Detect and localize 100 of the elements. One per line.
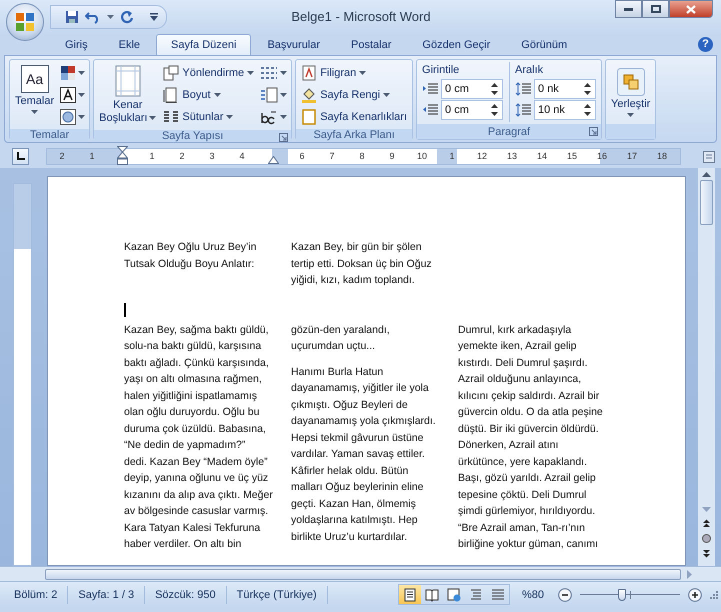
ribbon-tab[interactable]: Ekle [104,34,156,55]
ruler-number: 14 [536,150,548,162]
ruler-number: 3 [208,150,216,162]
ribbon-tab[interactable]: Sayfa Düzeni [156,34,252,55]
caret-icon [280,93,288,97]
spin-arrows-icon[interactable] [491,83,498,95]
margins-button[interactable]: Kenar Boşlukları [97,62,158,128]
view-ruler-button[interactable] [701,148,717,164]
office-button[interactable] [6,3,44,41]
zoom-slider[interactable] [580,588,680,602]
columns-icon [163,109,180,125]
ruler-number: 4 [238,150,246,162]
caret-icon [280,71,288,75]
previous-page-icon[interactable] [702,519,711,528]
horizontal-ruler[interactable]: 2 1 1 2 3 4 6 7 8 9 10 1 12 13 14 15 16 17 18 [46,148,681,165]
font-icon [60,87,76,103]
scrollbar-thumb[interactable] [45,568,681,580]
spin-arrows-icon[interactable] [584,104,592,116]
ruler-number: 16 [596,150,608,162]
ruler-number: 2 [178,150,186,162]
right-indent-marker-icon[interactable] [268,156,279,164]
ribbon-tab[interactable]: Başvurular [252,34,336,55]
browse-object-icon[interactable] [702,534,711,543]
caret-icon [627,113,634,117]
ruler-number: 1 [88,150,96,162]
spin-arrows-icon[interactable] [491,104,498,116]
page-size-icon [163,87,180,103]
undo-icon[interactable] [85,10,101,24]
ruler-number: 15 [566,150,578,162]
next-page-icon[interactable] [702,549,711,558]
line-numbers-button[interactable] [259,85,288,105]
status-item[interactable]: Sözcük: 950 [149,586,227,604]
indent-marker-icon[interactable] [117,146,128,165]
theme-colors-button[interactable] [59,63,86,83]
caret-icon[interactable] [107,14,114,18]
ribbon-tab[interactable]: Görünüm [506,34,582,55]
minimize-button[interactable] [615,0,642,18]
dashed-lines-icon [260,65,278,81]
zoom-out-icon[interactable] [558,588,572,602]
maximize-button[interactable] [642,0,669,18]
theme-effects-button[interactable] [59,107,86,127]
line-numbers-icon [260,87,278,103]
orientation-icon [163,65,180,81]
paragraph: Kazan Bey, bir gün bir şölen tertip etti. Doksan üç bin Oğuz yiğidi, kızı, kadım toplandı. [291,240,433,288]
horizontal-scrollbar[interactable] [0,566,721,581]
themes-button[interactable]: Aa Temalar [13,62,56,127]
dialog-launcher-icon[interactable] [279,133,288,142]
ribbon-tab[interactable]: Postalar [336,34,406,55]
line-spacing-icon [515,103,532,117]
status-item[interactable]: Sayfa: 1 / 3 [72,586,146,604]
ribbon-button[interactable]: Boyut [161,85,256,105]
hyphenation-icon [260,109,278,125]
ribbon-button[interactable]: Filigran [299,63,410,83]
caret-icon [78,115,86,119]
spinner-field[interactable]: 10 nk [534,100,596,120]
customize-toolbar-icon[interactable] [150,12,158,20]
ribbon-button[interactable]: Sütunlar [161,107,256,127]
resize-grip-icon[interactable] [710,590,718,598]
book-icon [424,588,439,602]
window-title: Belge1 - Microsoft Word [290,9,432,24]
spinner-field[interactable]: 0 nk [534,79,596,99]
ruler-number: 10 [416,150,428,162]
ribbon-button[interactable]: Sayfa Kenarlıkları [299,107,410,127]
zoom-in-icon[interactable] [688,588,702,602]
theme-fonts-button[interactable] [59,85,86,105]
caret-icon [31,110,38,114]
save-icon[interactable] [65,10,79,24]
group-label: Paragraf [488,126,530,138]
ruler-number: 13 [506,150,518,162]
vertical-scrollbar[interactable] [698,168,715,566]
web-page-icon [446,588,461,602]
arrange-button[interactable]: Yerleştir [609,62,652,122]
scrollbar-thumb[interactable] [700,180,713,225]
circle-icon [60,109,76,125]
tab-selector-button[interactable] [12,148,29,165]
spinner-field[interactable]: 0 cm [441,100,504,120]
ruler-number: 1 [148,150,156,162]
view-button[interactable] [398,585,421,604]
spin-arrows-icon[interactable] [584,83,592,95]
redo-icon[interactable] [120,10,134,24]
ruler-toggle-icon [703,150,715,162]
ruler-number: 1 [448,150,456,162]
ruler-number: 2 [58,150,66,162]
group-label-bar [606,124,656,139]
ribbon-button[interactable]: Sayfa Rengi [299,85,410,105]
ribbon-button[interactable]: Yönlendirme [161,63,256,83]
section-label: Aralık [515,63,544,78]
status-item[interactable]: Bölüm: 2 [8,586,68,604]
minimize-icon [624,8,633,10]
dialog-launcher-icon[interactable] [589,127,598,136]
spinner-field[interactable]: 0 cm [441,79,504,99]
help-button[interactable]: ? [698,36,713,52]
status-item[interactable]: Türkçe (Türkiye) [230,586,328,604]
ribbon-tab[interactable]: Giriş [50,34,103,55]
zoom-level[interactable]: %80 [522,588,544,600]
ruler-number: 9 [388,150,396,162]
scroll-up-icon[interactable] [702,172,711,177]
ribbon-tab[interactable]: Gözden Geçir [407,34,506,55]
close-button[interactable] [669,0,713,18]
close-icon [686,4,696,14]
